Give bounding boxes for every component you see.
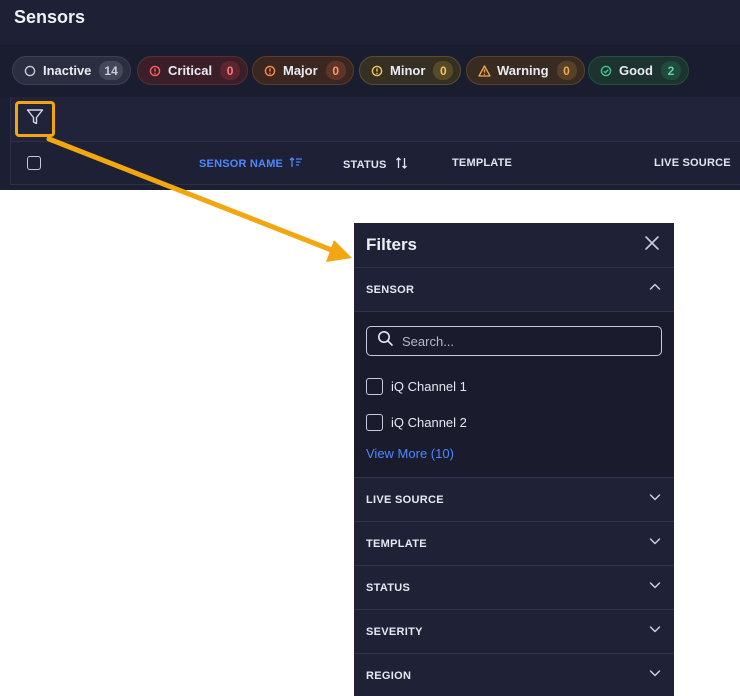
section-template-header[interactable]: TEMPLATE xyxy=(354,522,674,566)
status-chip-critical[interactable]: Critical 0 xyxy=(137,56,249,85)
chip-label: Critical xyxy=(168,63,213,78)
section-severity-header[interactable]: SEVERITY xyxy=(354,610,674,654)
chevron-down-icon xyxy=(648,666,662,685)
sensor-search-box xyxy=(366,326,662,356)
sensors-app: Sensors Inactive 14 Critical 0 Major 0 M… xyxy=(0,0,740,190)
section-label: SENSOR xyxy=(366,283,415,296)
chip-count: 2 xyxy=(660,61,681,80)
chevron-down-icon xyxy=(648,490,662,509)
filters-header: Filters xyxy=(354,223,674,268)
sensor-search-input[interactable] xyxy=(402,333,651,349)
status-chip-good[interactable]: Good 2 xyxy=(588,56,689,85)
option-checkbox[interactable] xyxy=(366,413,383,431)
chip-count: 14 xyxy=(99,61,123,80)
chevron-down-icon xyxy=(648,622,662,641)
close-button[interactable] xyxy=(642,235,662,255)
status-chip-minor[interactable]: Minor 0 xyxy=(359,56,462,85)
column-live-source[interactable]: LIVE SOURCE xyxy=(654,157,731,169)
search-icon xyxy=(377,330,394,352)
table-header: SENSOR NAME STATUS TEMPLATE LIVE SOURCE xyxy=(10,141,740,185)
chevron-down-icon xyxy=(648,534,662,553)
section-sensor-header[interactable]: SENSOR xyxy=(354,268,674,312)
filter-button[interactable] xyxy=(15,101,55,137)
chip-label: Good xyxy=(619,63,653,78)
section-label: TEMPLATE xyxy=(366,537,427,550)
status-chip-inactive[interactable]: Inactive 14 xyxy=(12,56,131,85)
filters-panel: Filters SENSOR iQ Channel 1 iQ Channel 2… xyxy=(354,223,674,696)
chip-count: 0 xyxy=(325,61,346,80)
section-label: LIVE SOURCE xyxy=(366,493,444,506)
app-header: Sensors xyxy=(0,0,740,45)
column-status[interactable]: STATUS xyxy=(343,157,408,172)
chip-label: Warning xyxy=(497,63,549,78)
option-label: iQ Channel 1 xyxy=(391,378,467,394)
active-sort-icon xyxy=(289,157,303,171)
chip-count: 0 xyxy=(556,61,577,80)
check-circle-icon xyxy=(599,64,613,78)
status-chip-major[interactable]: Major 0 xyxy=(252,56,354,85)
chip-count: 0 xyxy=(433,61,454,80)
status-chip-row: Inactive 14 Critical 0 Major 0 Minor 0 W… xyxy=(0,45,740,97)
chip-label: Minor xyxy=(390,63,426,78)
section-status-header[interactable]: STATUS xyxy=(354,566,674,610)
page-title: Sensors xyxy=(14,7,86,27)
chip-count: 0 xyxy=(220,61,241,80)
warning-triangle-icon xyxy=(477,64,491,78)
chevron-down-icon xyxy=(648,578,662,597)
filter-funnel-icon xyxy=(25,107,45,132)
column-template[interactable]: TEMPLATE xyxy=(452,157,512,169)
section-label: REGION xyxy=(366,669,412,682)
sensor-option[interactable]: iQ Channel 2 xyxy=(366,413,662,431)
chip-label: Inactive xyxy=(43,63,92,78)
section-label: STATUS xyxy=(366,581,411,594)
section-sensor-body: iQ Channel 1 iQ Channel 2 View More (10) xyxy=(354,312,674,478)
column-sensor-name[interactable]: SENSOR NAME xyxy=(199,157,303,171)
alert-circle-icon xyxy=(370,64,384,78)
filters-title: Filters xyxy=(366,235,418,254)
option-checkbox[interactable] xyxy=(366,377,383,395)
close-icon xyxy=(644,235,660,256)
circle-outline-icon xyxy=(23,64,37,78)
sensor-option[interactable]: iQ Channel 1 xyxy=(366,377,662,395)
section-label: SEVERITY xyxy=(366,625,423,638)
section-live-source-header[interactable]: LIVE SOURCE xyxy=(354,478,674,522)
table-toolbar xyxy=(10,97,740,141)
status-chip-warning[interactable]: Warning 0 xyxy=(466,56,585,85)
alert-circle-icon xyxy=(148,64,162,78)
chevron-up-icon xyxy=(648,280,662,299)
section-region-header[interactable]: REGION xyxy=(354,654,674,696)
chip-label: Major xyxy=(283,63,318,78)
option-label: iQ Channel 2 xyxy=(391,414,467,430)
view-more-link[interactable]: View More (10) xyxy=(366,446,662,461)
alert-circle-icon xyxy=(263,64,277,78)
sort-arrows-icon xyxy=(395,157,408,172)
select-all-checkbox[interactable] xyxy=(27,156,41,170)
